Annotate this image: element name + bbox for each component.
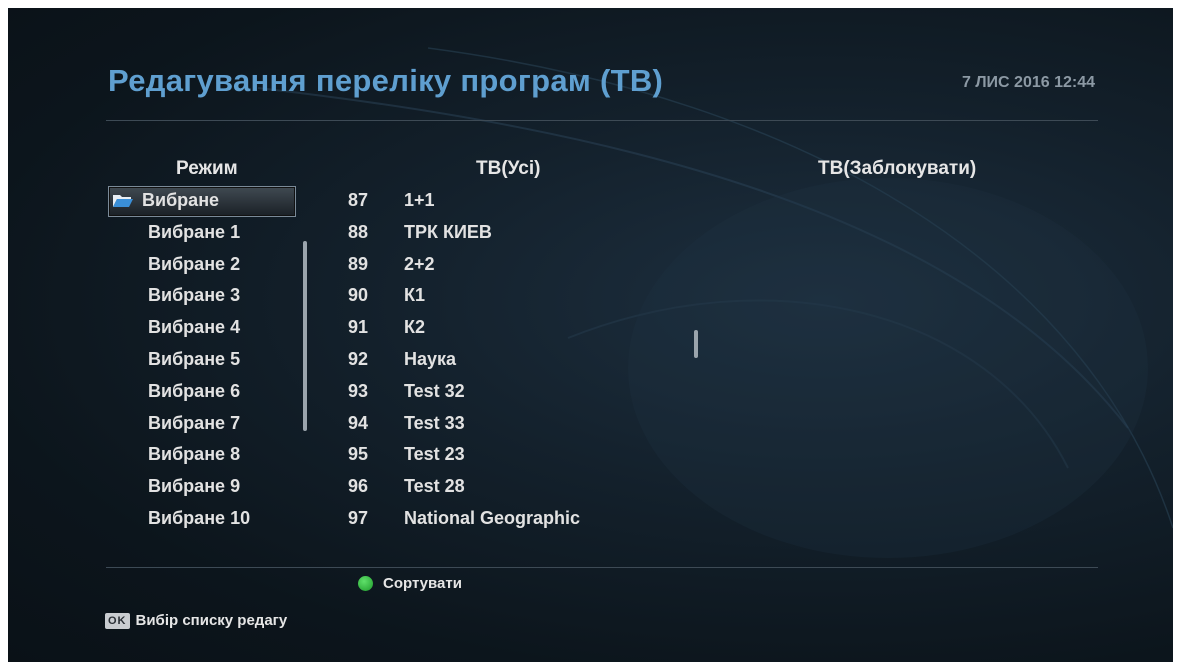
channel-number: 88 [348, 221, 369, 242]
channel-number: 92 [348, 348, 369, 369]
mode-item-label: Вибране [142, 190, 220, 210]
channel-row[interactable]: 89 2+2 [348, 249, 708, 281]
channel-name: Test 28 [404, 476, 465, 497]
mode-item[interactable]: Вибране 2 [108, 249, 298, 281]
channel-row[interactable]: 93 Test 32 [348, 376, 708, 408]
sort-button-label: Сортувати [383, 575, 462, 592]
channel-row[interactable]: 92 Наука [348, 344, 708, 376]
channel-name: Test 33 [404, 412, 465, 433]
date-time: 7 ЛИС 2016 12:44 [961, 74, 1095, 91]
column-header-all-tv: ТВ(Усі) [476, 158, 541, 179]
channel-row[interactable]: 90 К1 [348, 280, 708, 312]
channel-row[interactable]: 94 Test 33 [348, 408, 708, 440]
channel-name: Наука [404, 348, 457, 369]
mode-list-scrollbar[interactable] [303, 241, 307, 431]
channel-name: Test 23 [404, 444, 465, 465]
mode-list: Вибране Вибране 1 Вибране 2 Вибране 3 Ви… [108, 185, 298, 535]
channel-name: 2+2 [404, 253, 435, 274]
channel-row[interactable]: 97 National Geographic [348, 503, 708, 535]
channel-number: 93 [348, 380, 369, 401]
ok-hint-label: Вибір списку редагу [135, 612, 288, 629]
channel-row[interactable]: 88 ТРК КИЕВ [348, 217, 708, 249]
channel-name: ТРК КИЕВ [404, 221, 492, 242]
channel-name: Test 32 [404, 380, 465, 401]
ok-key-icon: OK [105, 612, 130, 629]
channel-list: 87 1+1 88 ТРК КИЕВ 89 2+2 90 К1 91 К2 92 Наука… [348, 185, 708, 535]
ok-hint: OK Вибір списку редагу [105, 612, 287, 629]
channel-number: 96 [348, 476, 369, 497]
sort-button[interactable]: Сортувати [358, 575, 462, 592]
channel-number: 97 [348, 507, 369, 528]
mode-item[interactable]: Вибране 5 [108, 344, 298, 376]
channel-list-scrollbar[interactable] [694, 330, 698, 358]
channel-name: К1 [404, 285, 425, 306]
mode-item[interactable]: Вибране 8 [108, 439, 298, 471]
channel-name: National Geographic [404, 507, 581, 528]
channel-number: 91 [348, 317, 369, 338]
column-header-mode: Режим [176, 158, 238, 179]
channel-row[interactable]: 95 Test 23 [348, 439, 708, 471]
mode-item[interactable]: Вибране 9 [108, 471, 298, 503]
channel-number: 90 [348, 285, 369, 306]
mode-item[interactable]: Вибране 3 [108, 280, 298, 312]
tv-screen: Редагування переліку програм (ТВ) 7 ЛИС … [8, 8, 1173, 662]
mode-item[interactable]: Вибране 1 [108, 217, 298, 249]
mode-item-selected[interactable]: Вибране [108, 185, 298, 217]
green-button-icon [358, 576, 373, 591]
folder-open-icon [113, 195, 133, 207]
channel-row[interactable]: 96 Test 28 [348, 471, 708, 503]
mode-item[interactable]: Вибране 4 [108, 312, 298, 344]
channel-name: 1+1 [404, 190, 435, 210]
page-title: Редагування переліку програм (ТВ) [108, 63, 664, 98]
header-divider [106, 120, 1098, 121]
mode-item[interactable]: Вибране 7 [108, 408, 298, 440]
footer-divider [106, 567, 1098, 568]
channel-number: 95 [348, 444, 369, 465]
channel-number: 94 [348, 412, 369, 433]
channel-name: К2 [404, 317, 425, 338]
channel-number: 89 [348, 253, 369, 274]
mode-item[interactable]: Вибране 6 [108, 376, 298, 408]
channel-row[interactable]: 87 1+1 [348, 185, 708, 217]
column-header-blocked-tv: ТВ(Заблокувати) [818, 158, 977, 179]
mode-item[interactable]: Вибране 10 [108, 503, 298, 535]
channel-number: 87 [348, 190, 369, 210]
channel-row[interactable]: 91 К2 [348, 312, 708, 344]
